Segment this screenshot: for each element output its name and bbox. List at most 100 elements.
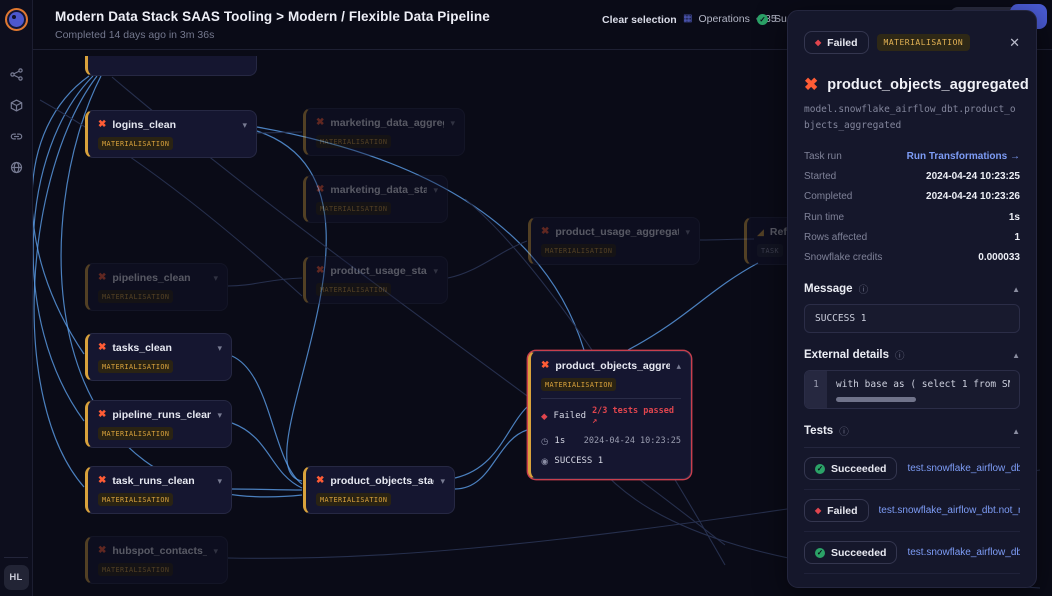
detail-label: Started xyxy=(804,171,836,182)
graph-node-logins_clean[interactable]: ✖logins_clean▾MATERIALISATION xyxy=(85,110,257,158)
external-details-heading: External details xyxy=(804,349,889,361)
status-badge-label: Failed xyxy=(827,37,857,49)
node-label: marketing_data_staging xyxy=(330,184,427,196)
node-detail-text: SUCCESS 1 xyxy=(554,456,603,466)
sql-code-block: 1 with base as ( select 1 from SNOWFLAKE xyxy=(804,370,1020,409)
node-label: product_objects_staging xyxy=(330,475,434,487)
web-globe-icon[interactable] xyxy=(9,160,23,174)
dbt-icon: ✖ xyxy=(98,273,106,283)
close-icon[interactable]: ✕ xyxy=(1009,36,1020,49)
node-label: pipeline_runs_clean xyxy=(112,409,211,421)
status-dot-icon: ◉ xyxy=(541,457,548,466)
chevron-down-icon[interactable]: ▾ xyxy=(242,120,247,131)
graph-node-marketing_data_staging[interactable]: ✖marketing_data_staging▾MATERIALISATION xyxy=(303,175,448,223)
info-icon: ⓘ xyxy=(895,348,905,362)
graph-node-product_usage_staging[interactable]: ✖product_usage_staging▾MATERIALISATION xyxy=(303,256,448,304)
task-run-details: Task runRun Transformations →Started2024… xyxy=(804,146,1020,267)
failed-diamond-icon: ◆ xyxy=(815,507,821,515)
collapse-caret-icon[interactable]: ▲ xyxy=(1012,351,1020,360)
tests-section-header: Tests ⓘ ▲ xyxy=(804,424,1020,448)
test-row: ✓ Succeeded test.snowflake_airflow_dbt.uni… xyxy=(804,448,1020,490)
graph-node-marketing_data_aggregated[interactable]: ✖marketing_data_aggregated▾MATERIALISATI… xyxy=(303,108,465,156)
breadcrumb: Modern Data Stack SAAS Tooling > Modern … xyxy=(55,9,490,24)
test-link[interactable]: test.snowflake_airflow_dbt.not_null_pr xyxy=(907,547,1020,558)
graph-node-pipelines_clean[interactable]: ✖pipelines_clean▾MATERIALISATION xyxy=(85,263,228,311)
graph-node-product_objects_staging[interactable]: ✖product_objects_staging▾MATERIALISATION xyxy=(303,466,455,514)
chevron-down-icon[interactable]: ▾ xyxy=(433,185,438,196)
node-type-badge: MATERIALISATION xyxy=(316,135,391,148)
collapse-caret-icon[interactable]: ▲ xyxy=(1012,427,1020,436)
chevron-down-icon[interactable]: ▾ xyxy=(213,546,218,557)
graph-node-product_objects_aggregated[interactable]: ✖product_objects_aggregated▴MATERIALISAT… xyxy=(528,351,691,479)
orchestra-logo-icon[interactable] xyxy=(5,8,28,31)
graph-node-hubspot_contacts_clean[interactable]: ✖hubspot_contacts_clean▾MATERIALISATION xyxy=(85,536,228,584)
clear-selection-button[interactable]: Clear selection xyxy=(602,14,677,26)
succeeded-label: Su xyxy=(774,13,787,25)
detail-label: Run time xyxy=(804,212,844,223)
graph-node-top-partial[interactable] xyxy=(85,56,257,76)
detail-value: 2024-04-24 10:23:26 xyxy=(926,191,1020,202)
external-details-section: External details ⓘ ▲ 1 with base as ( se… xyxy=(804,348,1020,409)
check-circle-icon: ✓ xyxy=(815,464,825,474)
test-link[interactable]: test.snowflake_airflow_dbt.not_null_pr xyxy=(879,505,1021,516)
test-status-badge: ✓ Succeeded xyxy=(804,457,897,480)
test-status-label: Succeeded xyxy=(831,463,886,475)
horizontal-scrollbar[interactable] xyxy=(836,397,916,402)
chevron-down-icon[interactable]: ▾ xyxy=(440,476,445,487)
detail-label: Completed xyxy=(804,191,852,202)
test-status-label: Failed xyxy=(827,505,857,517)
collapse-caret-icon[interactable]: ▲ xyxy=(1012,285,1020,294)
graph-node-product_usage_aggregated[interactable]: ✖product_usage_aggregated▾MATERIALISATIO… xyxy=(528,217,700,265)
node-badges: MATERIALISATION xyxy=(316,493,445,506)
node-run-details: ◆Failed2/3 tests passed ↗◷1s2024-04-24 1… xyxy=(541,398,681,471)
node-badges: MATERIALISATION xyxy=(98,137,247,150)
detail-row: Started2024-04-24 10:23:25 xyxy=(804,167,1020,187)
task-run-link[interactable]: Run Transformations → xyxy=(907,151,1020,162)
chevron-up-icon[interactable]: ▴ xyxy=(676,361,681,372)
run-status-subtitle: Completed 14 days ago in 3m 36s xyxy=(55,29,214,41)
node-type-badge: TASK xyxy=(757,244,783,257)
dbt-icon: ✖ xyxy=(98,476,106,486)
operations-grid-icon: ▦ xyxy=(683,14,692,24)
user-avatar[interactable]: HL xyxy=(4,565,29,590)
test-status-label: Succeeded xyxy=(831,547,886,559)
chevron-down-icon[interactable]: ▾ xyxy=(217,343,222,354)
node-detail-text: Failed xyxy=(554,411,587,421)
test-row: ✓Succeededtest.snowflake_airflow_dbt.not… xyxy=(804,532,1020,574)
node-label: pipelines_clean xyxy=(112,272,190,284)
chevron-down-icon[interactable]: ▾ xyxy=(217,476,222,487)
node-badges: MATERIALISATION xyxy=(98,360,222,373)
node-detail-row: ◷1s2024-04-24 10:23:25 xyxy=(541,431,681,451)
failed-diamond-icon: ◆ xyxy=(815,39,821,47)
tests-heading: Tests xyxy=(804,425,833,437)
status-badge: ◆ Failed xyxy=(804,31,869,54)
node-badges: MATERIALISATION xyxy=(541,378,681,391)
connections-link-icon[interactable] xyxy=(9,129,23,143)
integrations-package-icon[interactable] xyxy=(9,98,23,112)
sql-code: with base as ( select 1 from SNOWFLAKE xyxy=(836,379,1010,390)
dbt-icon: ✖ xyxy=(316,266,324,276)
node-detail-value[interactable]: 2/3 tests passed ↗ xyxy=(592,406,681,426)
node-detail-value: 2024-04-24 10:23:25 xyxy=(584,436,681,446)
pipelines-graph-icon[interactable] xyxy=(9,67,23,81)
chevron-down-icon[interactable]: ▾ xyxy=(213,273,218,284)
chevron-down-icon[interactable]: ▾ xyxy=(450,118,455,129)
sidebar: HL xyxy=(0,0,33,596)
detail-label: Rows affected xyxy=(804,232,867,243)
node-type-badge: MATERIALISATION xyxy=(541,378,616,391)
graph-node-task_runs_clean[interactable]: ✖task_runs_clean▾MATERIALISATION xyxy=(85,466,232,514)
node-badges: MATERIALISATION xyxy=(316,283,438,296)
task-details-panel: ◆ Failed MATERIALISATION ✕ ✖ product_obj… xyxy=(787,10,1037,588)
node-type-badge: MATERIALISATION xyxy=(316,283,391,296)
test-link[interactable]: test.snowflake_airflow_dbt.unique_pro xyxy=(907,463,1020,474)
info-icon: ⓘ xyxy=(839,424,849,438)
dbt-icon: ✖ xyxy=(804,76,818,93)
succeeded-counter: ✓ Su xyxy=(757,13,787,25)
chevron-down-icon[interactable]: ▾ xyxy=(217,410,222,421)
chevron-down-icon[interactable]: ▾ xyxy=(433,266,438,277)
node-badges: MATERIALISATION xyxy=(316,135,455,148)
chevron-down-icon[interactable]: ▾ xyxy=(685,227,690,238)
graph-node-pipeline_runs_clean[interactable]: ✖pipeline_runs_clean▾MATERIALISATION xyxy=(85,400,232,448)
graph-node-tasks_clean[interactable]: ✖tasks_clean▾MATERIALISATION xyxy=(85,333,232,381)
code-body: with base as ( select 1 from SNOWFLAKE xyxy=(827,371,1019,408)
